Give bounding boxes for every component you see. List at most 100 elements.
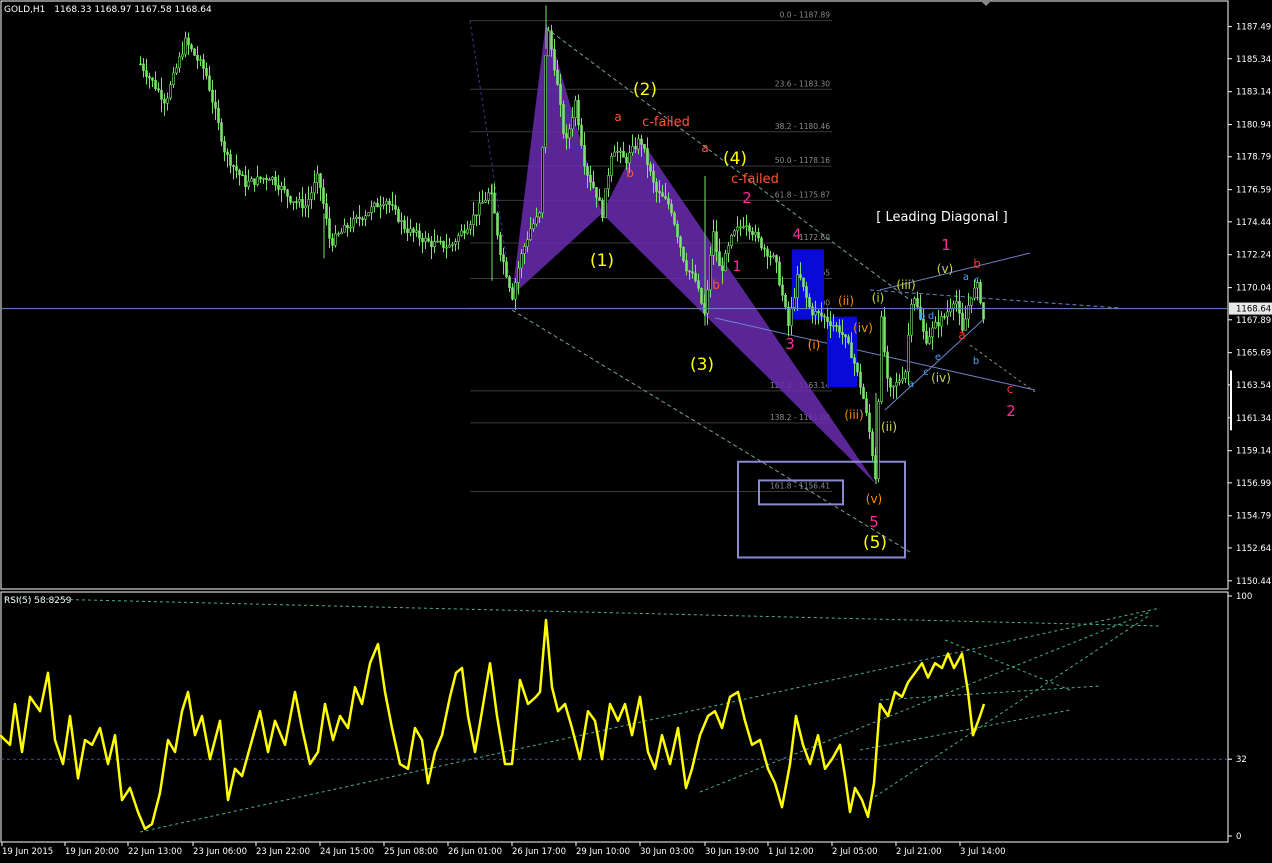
candle-body	[460, 230, 463, 236]
wave-label: [ Leading Diagonal ]	[876, 210, 1008, 225]
price-tick-label: 1163.54	[1236, 381, 1271, 391]
candle-body	[880, 316, 883, 402]
wave-label: b	[973, 356, 979, 367]
candle-body	[553, 49, 556, 71]
wave-label: (3)	[690, 355, 714, 375]
candle-body	[931, 327, 934, 338]
wave-label: 1	[941, 236, 951, 254]
candle-body	[838, 325, 841, 333]
candle-body	[937, 321, 940, 327]
candle-body	[943, 316, 946, 318]
candle-body	[286, 189, 289, 197]
candle-body	[814, 310, 817, 316]
candle-body	[265, 177, 268, 180]
candle-body	[859, 371, 862, 388]
candle-body	[418, 230, 421, 239]
candle-body	[727, 245, 730, 254]
candle-body	[355, 216, 358, 220]
candle-body	[307, 199, 310, 207]
candle-body	[430, 240, 433, 248]
candle-body	[535, 216, 538, 225]
candle-body	[556, 69, 559, 85]
price-tick-label: 1178.79	[1236, 153, 1271, 163]
candle-body	[601, 200, 604, 219]
candle-body	[877, 401, 880, 479]
candle-body	[214, 101, 217, 109]
chart-root: GOLD,H1 1168.33 1168.97 1167.58 1168.64 …	[0, 0, 1272, 859]
candle-body	[709, 255, 712, 291]
candle-body	[802, 277, 805, 287]
wave-label: (v)	[937, 262, 953, 276]
candle-body	[145, 70, 148, 77]
candle-body	[604, 188, 607, 219]
candle-body	[793, 297, 796, 308]
candle-body	[763, 247, 766, 250]
candle-body	[898, 380, 901, 383]
candle-body	[232, 165, 235, 167]
candle-body	[436, 240, 439, 243]
candle-body	[415, 230, 418, 233]
candle-body	[889, 377, 892, 388]
candle-body	[349, 226, 352, 229]
symbol-label: GOLD,H1	[4, 5, 45, 15]
candle-body	[370, 206, 373, 214]
candle-body	[259, 176, 262, 180]
candle-body	[163, 98, 166, 104]
wave-label: 2	[1006, 402, 1016, 420]
candle-body	[583, 144, 586, 167]
candle-body	[403, 220, 406, 230]
wave-label: b	[712, 278, 720, 292]
candle-body	[547, 30, 550, 57]
candle-body	[271, 176, 274, 180]
chart-shift-marker[interactable]	[980, 0, 992, 6]
candle-body	[511, 287, 514, 300]
price-tick-label: 1156.99	[1236, 479, 1271, 489]
candle-body	[316, 173, 319, 183]
candle-body	[661, 192, 664, 197]
candle-body	[181, 53, 184, 58]
candle-body	[754, 231, 757, 236]
candle-body	[472, 214, 475, 225]
candle-body	[751, 231, 754, 236]
wave-label: b	[626, 166, 634, 180]
price-tick-label: 1165.69	[1236, 349, 1271, 359]
candle-body	[310, 192, 313, 200]
candle-body	[766, 248, 769, 257]
fib-level-label: 23.6 - 1183.30	[775, 79, 830, 88]
candle-body	[691, 271, 694, 274]
candle-body	[628, 152, 631, 164]
candle-body	[361, 218, 364, 220]
candle-body	[760, 237, 763, 249]
candle-body	[742, 226, 745, 229]
candle-body	[670, 203, 673, 214]
candle-body	[193, 48, 196, 56]
candle-body	[694, 272, 697, 282]
candle-body	[328, 218, 331, 239]
candle-body	[409, 228, 412, 233]
candle-body	[241, 174, 244, 177]
candle-body	[526, 239, 529, 247]
candle-body	[895, 382, 898, 387]
candle-body	[298, 199, 301, 203]
candle-body	[226, 151, 229, 155]
candle-body	[688, 270, 691, 273]
candle-body	[154, 80, 157, 89]
candle-body	[664, 195, 667, 199]
candle-body	[778, 261, 781, 286]
candle-body	[823, 315, 826, 318]
candle-body	[442, 241, 445, 248]
candle-body	[787, 306, 790, 326]
wave-label: b	[919, 311, 925, 322]
candle-body	[487, 192, 490, 201]
candle-body	[520, 253, 523, 269]
candle-body	[235, 165, 238, 171]
candle-body	[715, 231, 718, 253]
candle-body	[982, 302, 985, 320]
candle-body	[826, 316, 829, 322]
candle-body	[649, 164, 652, 172]
time-tick-label: 23 Jun 06:00	[193, 847, 247, 857]
candle-body	[934, 321, 937, 329]
candle-body	[712, 231, 715, 256]
candle-body	[325, 203, 328, 219]
candle-body	[586, 165, 589, 176]
